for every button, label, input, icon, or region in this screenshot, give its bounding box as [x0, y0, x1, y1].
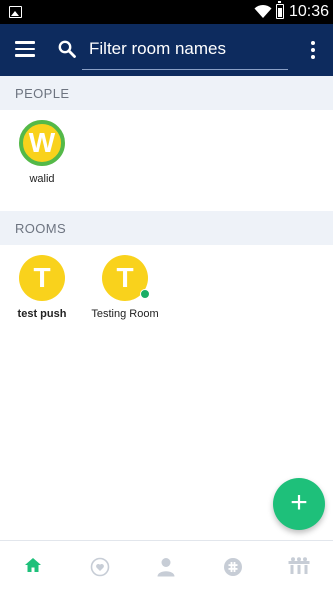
battery-icon — [276, 1, 284, 19]
menu-icon[interactable] — [15, 41, 35, 57]
encrypted-lock-icon — [140, 289, 150, 299]
toolbar: Filter room names — [0, 24, 333, 76]
rooms-section-header[interactable]: ROOMS — [0, 211, 333, 245]
rooms-directory-icon — [288, 557, 310, 574]
filter-room-input[interactable]: Filter room names — [89, 38, 226, 60]
favourites-icon — [90, 557, 110, 577]
people-section-header[interactable]: PEOPLE — [0, 76, 333, 110]
tab-home[interactable] — [0, 541, 66, 592]
avatar: T — [19, 255, 65, 301]
more-vert-icon[interactable] — [310, 41, 316, 59]
tab-people[interactable] — [133, 541, 199, 592]
room-tile-test-push[interactable]: T test push — [2, 255, 82, 320]
rooms-header-label: ROOMS — [15, 221, 67, 236]
avatar: T — [102, 255, 150, 301]
avatar: W — [19, 120, 65, 166]
status-bar: 10:36 — [0, 0, 333, 24]
room-name: Testing Room — [91, 308, 159, 320]
tab-chat[interactable] — [200, 541, 266, 592]
filter-underline — [82, 69, 288, 70]
search-icon[interactable] — [58, 40, 76, 58]
room-name: test push — [17, 308, 67, 320]
create-room-button[interactable]: + — [273, 478, 325, 530]
bottom-nav — [0, 540, 333, 592]
tab-favourites[interactable] — [67, 541, 133, 592]
people-header-label: PEOPLE — [15, 86, 70, 101]
plus-icon: + — [290, 486, 308, 519]
person-tile-walid[interactable]: W walid — [2, 120, 82, 185]
status-time: 10:36 — [289, 3, 330, 20]
avatar-initial: W — [28, 127, 56, 158]
image-icon — [9, 6, 22, 18]
room-tile-testing-room[interactable]: T Testing Room — [85, 255, 165, 320]
people-icon — [157, 558, 175, 577]
tab-rooms-directory[interactable] — [266, 541, 332, 592]
home-icon — [25, 558, 41, 572]
wifi-icon — [254, 4, 272, 18]
chat-icon — [224, 558, 242, 576]
person-name: walid — [29, 173, 55, 185]
avatar-initial: T — [33, 262, 51, 293]
